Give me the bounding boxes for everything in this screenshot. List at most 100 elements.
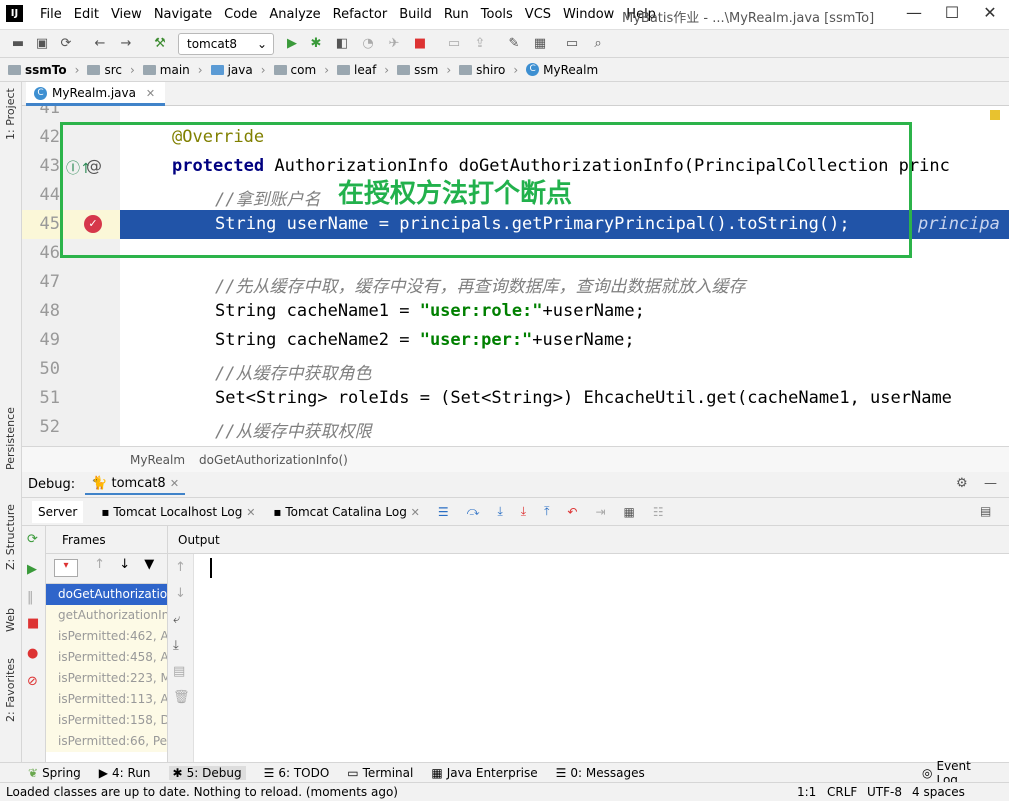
cursor-position[interactable]: 1:1 [797, 785, 816, 799]
print-icon[interactable]: ▤ [173, 664, 185, 679]
text-cursor[interactable] [210, 558, 212, 578]
frame-item[interactable]: isPermitted:66, Per [46, 731, 167, 752]
rerun-icon[interactable]: ⟳ [27, 532, 38, 547]
frame-item[interactable]: isPermitted:113, Au [46, 689, 167, 710]
tab-myrealm[interactable]: C MyRealm.java ✕ [26, 82, 166, 106]
hide-icon[interactable]: — [984, 476, 997, 491]
crumb-leaf[interactable]: leaf [337, 63, 376, 77]
evaluate-icon[interactable]: ▦ [624, 505, 635, 519]
tab-localhost-log[interactable]: ▪ Tomcat Localhost Log ✕ [101, 505, 255, 519]
menu-lines-icon[interactable]: ☰ [438, 505, 449, 519]
tool-todo[interactable]: ☰ 6: TODO [264, 766, 330, 780]
minimize-icon[interactable]: — [902, 3, 926, 25]
tool-favorites[interactable]: 2: Favorites [4, 658, 17, 722]
menu-tools[interactable]: Tools [475, 7, 519, 22]
frame-item[interactable]: isPermitted:458, Au [46, 647, 167, 668]
close-tab-icon[interactable]: ✕ [146, 87, 155, 100]
gear-icon[interactable]: ⚙ [956, 476, 968, 491]
frame-item[interactable]: getAuthorizationIn [46, 605, 167, 626]
menu-code[interactable]: Code [218, 7, 263, 22]
crumb-src[interactable]: src [87, 63, 122, 77]
mute-breakpoints-icon[interactable]: ⊘ [27, 674, 38, 689]
thread-select[interactable]: ▾ [54, 559, 78, 577]
tab-catalina-log[interactable]: ▪ Tomcat Catalina Log ✕ [273, 505, 419, 519]
sync-icon[interactable]: ⟳ [56, 34, 76, 54]
up-icon[interactable]: ↑ [175, 560, 186, 575]
menu-navigate[interactable]: Navigate [148, 7, 218, 22]
view-breakpoints-icon[interactable]: ● [27, 646, 38, 661]
tool-spring[interactable]: ❦ Spring [28, 766, 81, 780]
back-icon[interactable]: ← [90, 34, 110, 54]
maximize-icon[interactable]: ☐ [940, 3, 964, 25]
tool-run[interactable]: ▶ 4: Run [99, 766, 151, 780]
frame-item[interactable]: isPermitted:462, Au [46, 626, 167, 647]
debug-session-tab[interactable]: 🐈 tomcat8 ✕ [85, 474, 186, 495]
pause-icon[interactable]: ‖ [27, 590, 34, 605]
trace-icon[interactable]: ☷ [653, 505, 664, 519]
step-over-icon[interactable]: ⤼ [467, 504, 480, 519]
menu-refactor[interactable]: Refactor [327, 7, 394, 22]
menu-run[interactable]: Run [438, 7, 475, 22]
search-icon[interactable]: ⌕ [588, 34, 608, 54]
trash-icon[interactable]: 🗑 [173, 690, 190, 705]
project-structure-icon[interactable]: ▦ [530, 34, 550, 54]
up-icon[interactable]: ↑ [94, 557, 105, 572]
settings-wrench-icon[interactable]: ✎ [504, 34, 524, 54]
build-hammer-icon[interactable]: ⚒ [150, 34, 170, 54]
frame-item[interactable]: isPermitted:223, M [46, 668, 167, 689]
warning-marker-icon[interactable] [990, 110, 1000, 120]
crumb-java[interactable]: java [210, 63, 253, 77]
file-encoding[interactable]: UTF-8 [867, 785, 902, 799]
close-icon[interactable]: ✕ [978, 3, 1002, 25]
crumb-class[interactable]: MyRealm [130, 453, 185, 467]
attach-icon[interactable]: ✈ [384, 34, 404, 54]
open-folder-icon[interactable]: ▬ [8, 34, 28, 54]
crumb-method[interactable]: doGetAuthorizationInfo() [199, 453, 348, 467]
crumb-shiro[interactable]: shiro [459, 63, 505, 77]
crumb-main[interactable]: main [142, 63, 190, 77]
step-into-icon[interactable]: ⤓ [497, 504, 502, 519]
crumb-project[interactable]: ssmTo [8, 63, 67, 77]
menu-view[interactable]: View [105, 7, 148, 22]
crumb-myrealm[interactable]: C MyRealm [526, 63, 598, 77]
forward-icon[interactable]: → [116, 34, 136, 54]
menu-edit[interactable]: Edit [68, 7, 105, 22]
tool-terminal[interactable]: ▭ Terminal [347, 766, 413, 780]
frame-item[interactable]: isPermitted:158, De [46, 710, 167, 731]
tool-project[interactable]: 1: Project [4, 88, 17, 140]
crumb-com[interactable]: com [273, 63, 316, 77]
run-to-cursor-icon[interactable]: ⇥ [595, 505, 605, 519]
down-icon[interactable]: ↓ [119, 557, 130, 572]
menu-file[interactable]: File [34, 7, 68, 22]
tool-messages[interactable]: ☰ 0: Messages [556, 766, 645, 780]
tool-java-enterprise[interactable]: ▦ Java Enterprise [431, 766, 537, 780]
save-icon[interactable]: ▣ [32, 34, 52, 54]
tab-server[interactable]: Server [32, 500, 84, 523]
layout-icon[interactable]: ▤ [980, 504, 991, 518]
force-step-into-icon[interactable]: ⤓ [521, 504, 526, 519]
code-editor[interactable]: 41 42 43 44 45 46 47 48 49 50 51 52 Ⓘ↑ @… [22, 106, 1009, 446]
menu-vcs[interactable]: VCS [519, 7, 557, 22]
profile-icon[interactable]: ◔ [358, 34, 378, 54]
indent-setting[interactable]: 4 spaces [912, 785, 965, 799]
step-out-icon[interactable]: ⤒ [544, 504, 549, 519]
stop-icon[interactable]: ■ [27, 616, 39, 631]
line-separator[interactable]: CRLF [827, 785, 857, 799]
tool-debug[interactable]: ✱ 5: Debug [168, 765, 246, 780]
crumb-ssm[interactable]: ssm [397, 63, 438, 77]
filter-icon[interactable]: ▼ [144, 557, 154, 572]
menu-window[interactable]: Window [557, 7, 620, 22]
run-config-select[interactable]: tomcat8 ⌄ [178, 33, 274, 55]
debug-bug-icon[interactable]: ✱ [306, 34, 326, 54]
down-icon[interactable]: ↓ [175, 586, 186, 601]
tool-web[interactable]: Web [4, 608, 17, 632]
deploy-icon[interactable]: ▭ [444, 34, 464, 54]
resume-icon[interactable]: ▶ [27, 562, 37, 577]
close-icon[interactable]: ✕ [411, 506, 420, 519]
frame-item[interactable]: doGetAuthorizationI [46, 584, 167, 605]
menu-build[interactable]: Build [393, 7, 438, 22]
update-icon[interactable]: ⇪ [470, 34, 490, 54]
stop-icon[interactable]: ■ [410, 34, 430, 54]
coverage-icon[interactable]: ◧ [332, 34, 352, 54]
scroll-to-end-icon[interactable]: ⤓ [173, 638, 179, 653]
